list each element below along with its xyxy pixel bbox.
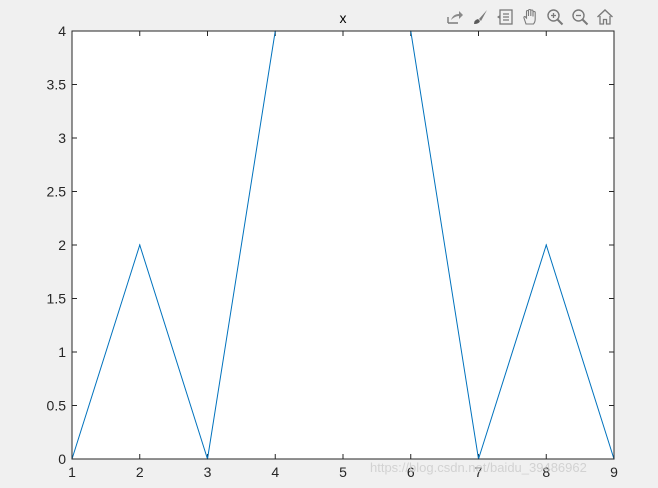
axes-toolbar (444, 6, 616, 28)
y-tick-label: 4 (58, 23, 66, 39)
x-tick-label: 4 (271, 464, 279, 480)
zoom-out-button[interactable] (569, 6, 591, 28)
home-icon (597, 9, 613, 25)
y-tick-label: 3 (58, 130, 66, 146)
watermark-text: https://blog.csdn.net/baidu_39486962 (370, 460, 587, 475)
pan-button[interactable] (519, 6, 541, 28)
data-tips-icon (497, 9, 513, 25)
data-tips-button[interactable] (494, 6, 516, 28)
brush-icon (474, 10, 487, 24)
pan-hand-icon (523, 8, 536, 25)
zoom-out-icon (572, 9, 589, 26)
brush-button[interactable] (469, 6, 491, 28)
y-tick-label: 0.5 (47, 398, 67, 414)
x-tick-label: 9 (610, 464, 618, 480)
y-tick-label: 3.5 (47, 77, 67, 93)
home-button[interactable] (594, 6, 616, 28)
plot-area (72, 31, 614, 459)
chart-title: x (340, 10, 347, 26)
y-tick-label: 2 (58, 237, 66, 253)
x-tick-label: 1 (68, 464, 76, 480)
export-icon (447, 11, 463, 24)
y-tick-label: 1 (58, 344, 66, 360)
x-tick-label: 3 (204, 464, 212, 480)
zoom-in-icon (547, 9, 564, 26)
zoom-in-button[interactable] (544, 6, 566, 28)
y-tick-label: 2.5 (47, 184, 67, 200)
figure-canvas: x 00.511.522.533.54 123456789 (47, 10, 619, 480)
x-tick-label: 5 (339, 464, 347, 480)
y-tick-label: 1.5 (47, 291, 67, 307)
y-tick-label: 0 (58, 451, 66, 467)
data-point (545, 244, 547, 246)
x-tick-label: 2 (136, 464, 144, 480)
data-point (139, 244, 141, 246)
export-button[interactable] (444, 6, 466, 28)
